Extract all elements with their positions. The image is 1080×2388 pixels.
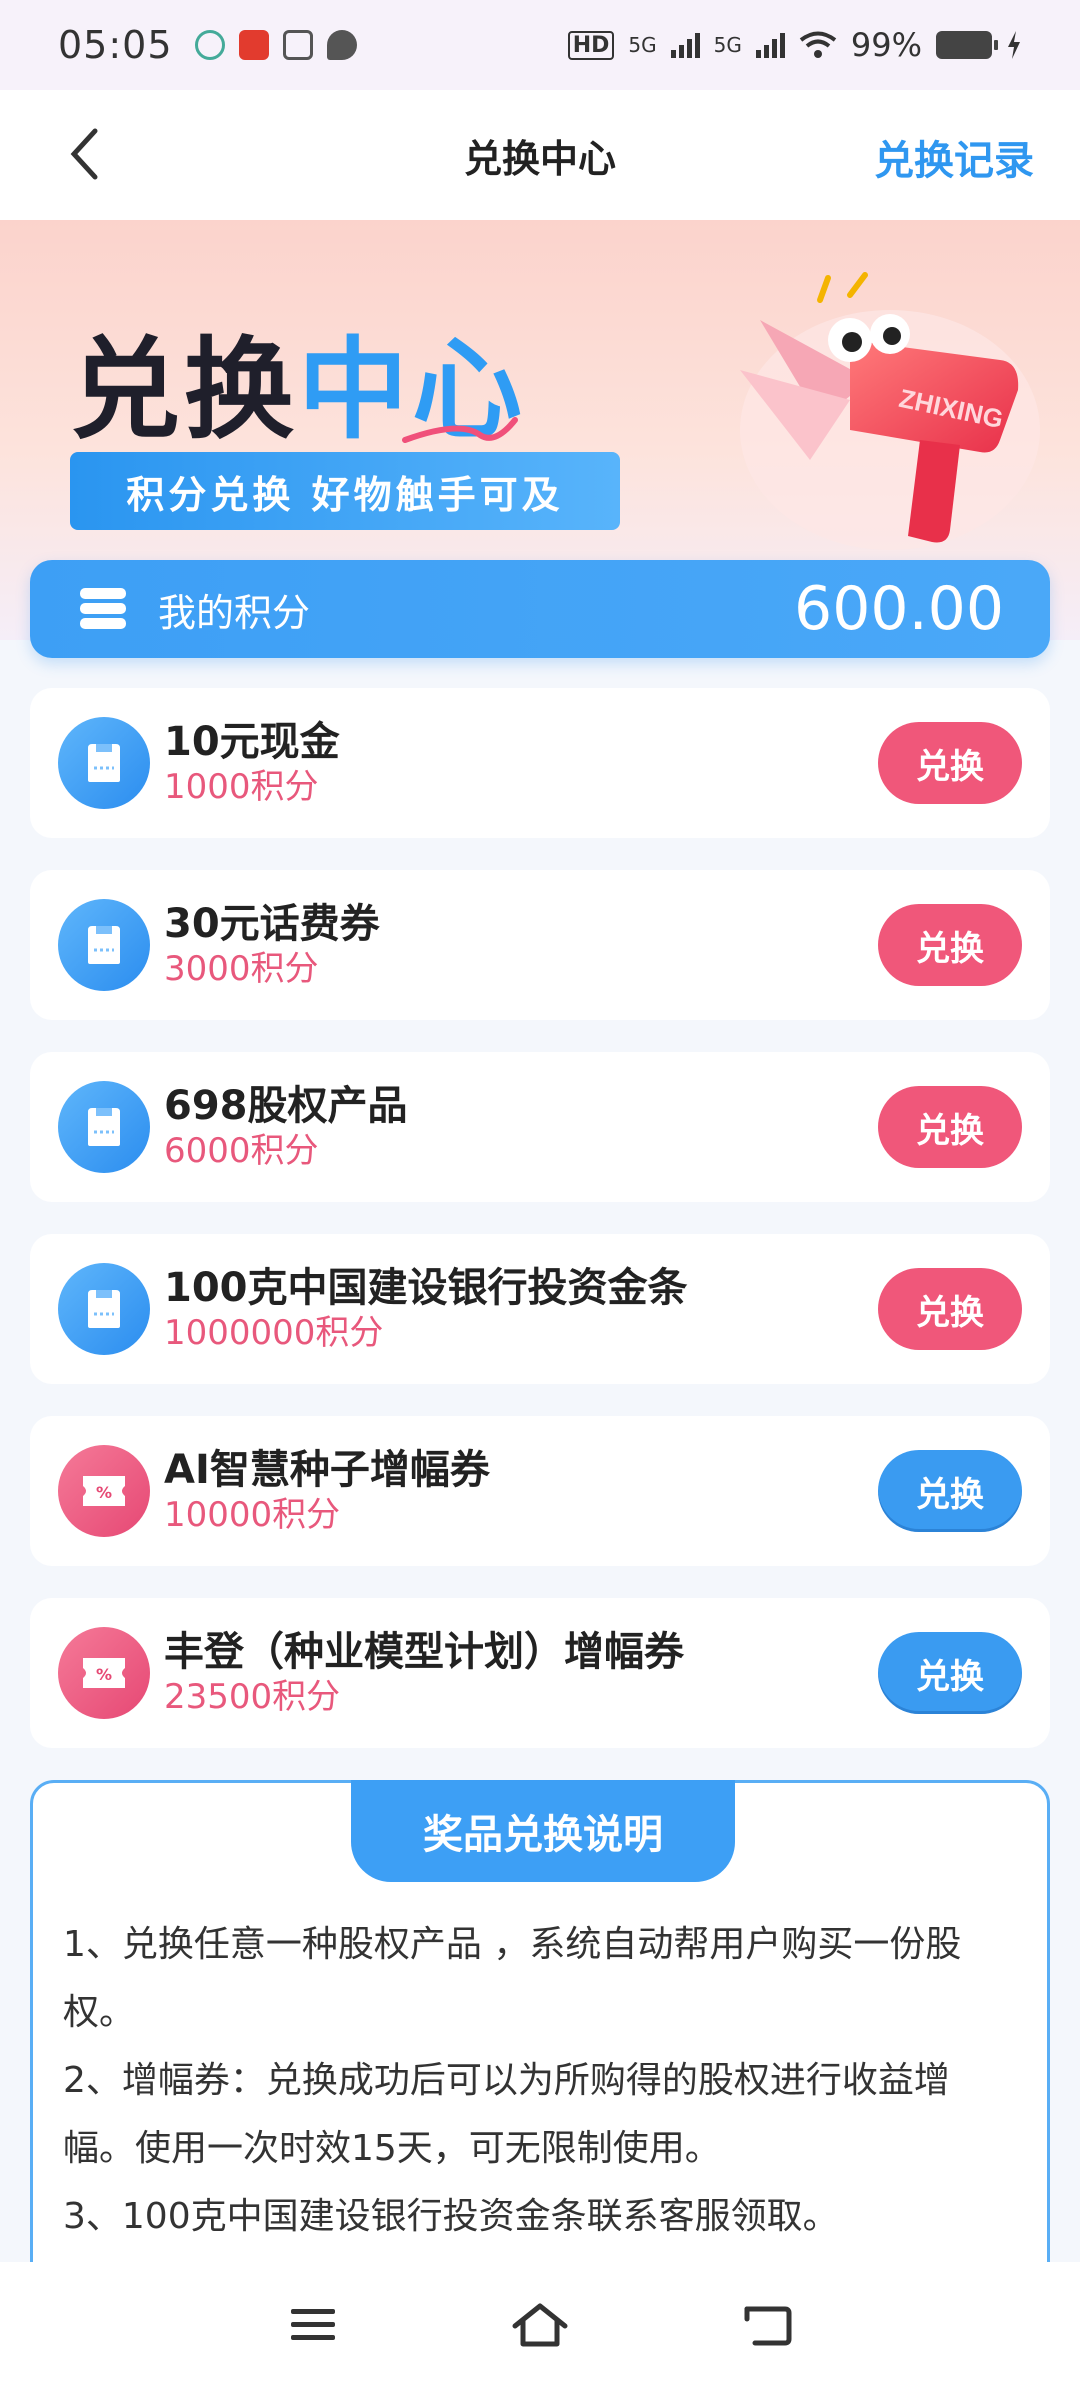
list-item: 100克中国建设银行投资金条 1000000积分 兑换 <box>30 1234 1050 1384</box>
back-button[interactable] <box>54 124 114 184</box>
list-item: 30元话费券 3000积分 兑换 <box>30 870 1050 1020</box>
item-name: AI智慧种子增幅券 <box>164 1447 490 1493</box>
home-icon <box>512 2303 568 2347</box>
carrier-icon <box>194 30 225 60</box>
list-item: 698股权产品 6000积分 兑换 <box>30 1052 1050 1202</box>
item-name: 100克中国建设银行投资金条 <box>164 1265 688 1311</box>
notes-title: 奖品兑换说明 <box>351 1780 735 1882</box>
status-right: HD 5G 5G 99% <box>567 26 1022 64</box>
exchange-button[interactable]: 兑换 <box>878 1268 1022 1350</box>
item-points: 6000积分 <box>164 1131 319 1171</box>
notes-body: 1、兑换任意一种股权产品 ，系统自动帮用户购买一份股权。 2、增幅券：兑换成功后… <box>63 1911 1017 2251</box>
status-bar: 05:05 HD 5G 5G 99% <box>0 0 1080 90</box>
home-button[interactable] <box>500 2285 580 2365</box>
network-5g-label-1: 5G <box>628 33 657 57</box>
points-label: 我的积分 <box>158 590 311 635</box>
banner-title-part1: 兑换 <box>70 326 298 454</box>
camera-icon <box>282 30 313 60</box>
item-points: 10000积分 <box>164 1495 341 1535</box>
item-name: 698股权产品 <box>164 1083 408 1129</box>
exchange-button[interactable]: 兑换 <box>878 1086 1022 1168</box>
signal-icon-1 <box>670 32 700 58</box>
banner-swoosh-icon <box>402 417 518 443</box>
item-name: 10元现金 <box>164 719 340 765</box>
my-points-card: 我的积分 600.00 <box>30 560 1050 658</box>
exchange-history-link[interactable]: 兑换记录 <box>874 128 1034 186</box>
item-name: 丰登（种业模型计划）增幅券 <box>164 1629 684 1675</box>
wifi-icon <box>799 31 837 58</box>
wallet-icon <box>58 899 150 991</box>
svg-text:%: % <box>96 1483 112 1502</box>
hd-icon: HD <box>567 30 615 60</box>
nav-bar: 兑换中心 兑换记录 <box>0 90 1080 220</box>
exchange-button[interactable]: 兑换 <box>878 1450 1022 1532</box>
money-gun-icon: ZHIXING <box>740 272 1040 550</box>
notes-line-2: 2、增幅券：兑换成功后可以为所购得的股权进行收益增幅。使用一次时效15天，可无限… <box>63 2060 950 2169</box>
item-points: 1000000积分 <box>164 1313 384 1353</box>
item-name: 30元话费券 <box>164 901 380 947</box>
list-item: % 丰登（种业模型计划）增幅券 23500积分 兑换 <box>30 1598 1050 1748</box>
page-title: 兑换中心 <box>463 136 616 181</box>
coupon-icon: % <box>58 1445 150 1537</box>
battery-icon <box>936 31 998 59</box>
signal-icon-2 <box>755 32 785 58</box>
message-icon <box>326 30 357 60</box>
coupon-icon: % <box>58 1627 150 1719</box>
item-points: 23500积分 <box>164 1677 341 1717</box>
menu-button[interactable] <box>273 2285 353 2365</box>
menu-icon <box>291 2309 336 2340</box>
list-item: % AI智慧种子增幅券 10000积分 兑换 <box>30 1416 1050 1566</box>
svg-text:%: % <box>96 1665 112 1684</box>
exchange-button[interactable]: 兑换 <box>878 1632 1022 1714</box>
chevron-left-icon <box>70 128 98 180</box>
network-5g-label-2: 5G <box>713 33 742 57</box>
notes-line-3: 3、100克中国建设银行投资金条联系客服领取。 <box>63 2196 839 2237</box>
notes-line-1: 1、兑换任意一种股权产品 ，系统自动帮用户购买一份股权。 <box>63 1924 962 2033</box>
item-points: 3000积分 <box>164 949 319 989</box>
banner-subtitle: 积分兑换 好物触手可及 <box>70 452 620 530</box>
item-points: 1000积分 <box>164 767 319 807</box>
exchange-button[interactable]: 兑换 <box>878 904 1022 986</box>
battery-percent: 99% <box>850 26 922 64</box>
system-nav-bar <box>0 2262 1080 2388</box>
points-value: 600.00 <box>794 574 1004 644</box>
exchange-button[interactable]: 兑换 <box>878 722 1022 804</box>
wallet-icon <box>58 1081 150 1173</box>
back-nav-button[interactable] <box>727 2285 807 2365</box>
status-time: 05:05 <box>58 23 173 67</box>
notification-icons <box>194 30 357 60</box>
coins-stack-icon <box>80 588 126 629</box>
list-item: 10元现金 1000积分 兑换 <box>30 688 1050 838</box>
return-icon <box>744 2306 792 2346</box>
charging-icon <box>1008 31 1020 59</box>
wallet-icon <box>58 717 150 809</box>
app-badge-icon <box>238 30 269 60</box>
wallet-icon <box>58 1263 150 1355</box>
